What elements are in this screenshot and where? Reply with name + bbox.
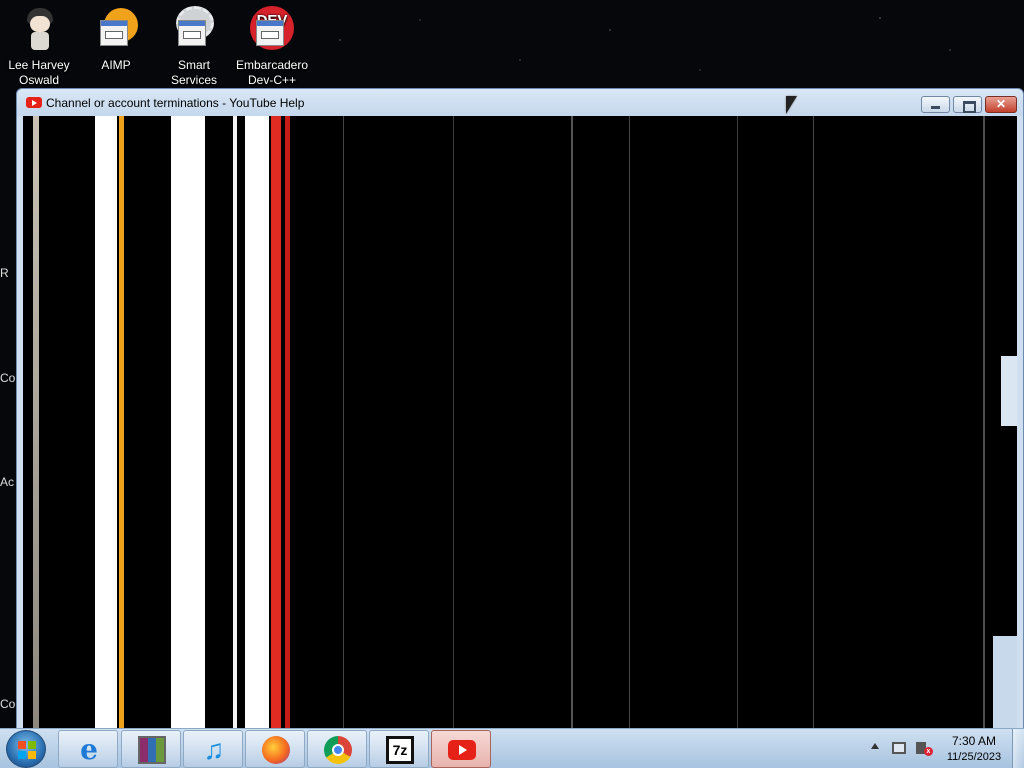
browser-window[interactable]: Channel or account terminations - YouTub… — [16, 88, 1024, 730]
glitched-page-content — [23, 116, 1017, 729]
clock-time[interactable]: 7:30 AM — [944, 734, 1004, 748]
network-icon[interactable] — [892, 742, 906, 754]
system-tray: x 7:30 AM 11/25/2023 — [866, 729, 1024, 768]
show-hidden-icons-icon[interactable] — [871, 743, 879, 749]
desktop-icon-label: Services — [170, 73, 217, 87]
anime-avatar-icon — [15, 6, 63, 54]
muted-x-icon: x — [924, 747, 933, 756]
taskbar-chrome[interactable] — [307, 730, 367, 768]
desktop-edge-fragment: R — [0, 266, 9, 280]
taskbar-7zip[interactable]: 7z — [369, 730, 429, 768]
desktop-edge-fragment: Co — [0, 371, 16, 385]
start-button[interactable] — [6, 730, 46, 768]
desktop-icon-label: Embarcadero — [235, 58, 309, 72]
close-button[interactable] — [985, 96, 1017, 113]
firefox-icon — [262, 736, 290, 764]
desktop-icon-dev-cpp[interactable]: DEV Embarcadero Dev-C++ — [235, 6, 309, 88]
music-note-icon: ♫ — [203, 734, 225, 765]
dev-cpp-icon: DEV — [248, 6, 296, 54]
youtube-icon — [448, 740, 476, 760]
desktop-icon-label: Dev-C++ — [247, 73, 297, 87]
desktop-edge-fragment: Ac — [0, 475, 15, 489]
desktop-icon-label: Smart — [177, 58, 210, 72]
chrome-icon — [324, 736, 352, 764]
desktop-icon-aimp[interactable]: AIMP — [79, 6, 153, 73]
taskbar-winrar[interactable] — [121, 730, 181, 768]
desktop-icon-label: Lee Harvey — [8, 58, 70, 72]
mouse-cursor-icon — [786, 96, 797, 114]
taskbar-youtube[interactable] — [431, 730, 491, 768]
taskbar: e ♫ 7z x 7:30 AM 11/25/2023 — [0, 728, 1024, 768]
desktop-icon-label: AIMP — [101, 58, 131, 72]
desktop-icon-label: Oswald — [18, 73, 59, 87]
smart-services-gear-icon — [170, 6, 218, 54]
minimize-button[interactable] — [921, 96, 950, 113]
window-titlebar[interactable]: Channel or account terminations - YouTub… — [17, 89, 1023, 116]
clock-date[interactable]: 11/25/2023 — [936, 751, 1012, 763]
windows-start-orb-icon — [18, 741, 36, 759]
7zip-icon: 7z — [386, 736, 414, 764]
winrar-icon — [138, 736, 166, 764]
maximize-button[interactable] — [953, 96, 982, 113]
desktop-icon-smart-services[interactable]: Smart Services — [157, 6, 231, 88]
taskbar-internet-explorer[interactable]: e — [58, 730, 118, 768]
aimp-shortcut-icon — [92, 6, 140, 54]
internet-explorer-icon: e — [80, 733, 98, 766]
desktop-icon-lee-harvey-oswald[interactable]: Lee Harvey Oswald — [2, 6, 76, 88]
taskbar-firefox[interactable] — [245, 730, 305, 768]
desktop-edge-fragment: Co — [0, 697, 16, 711]
window-title: Channel or account terminations - YouTub… — [46, 96, 305, 110]
taskbar-itunes[interactable]: ♫ — [183, 730, 243, 768]
show-desktop-button[interactable] — [1012, 729, 1024, 768]
youtube-favicon-icon — [26, 97, 42, 108]
